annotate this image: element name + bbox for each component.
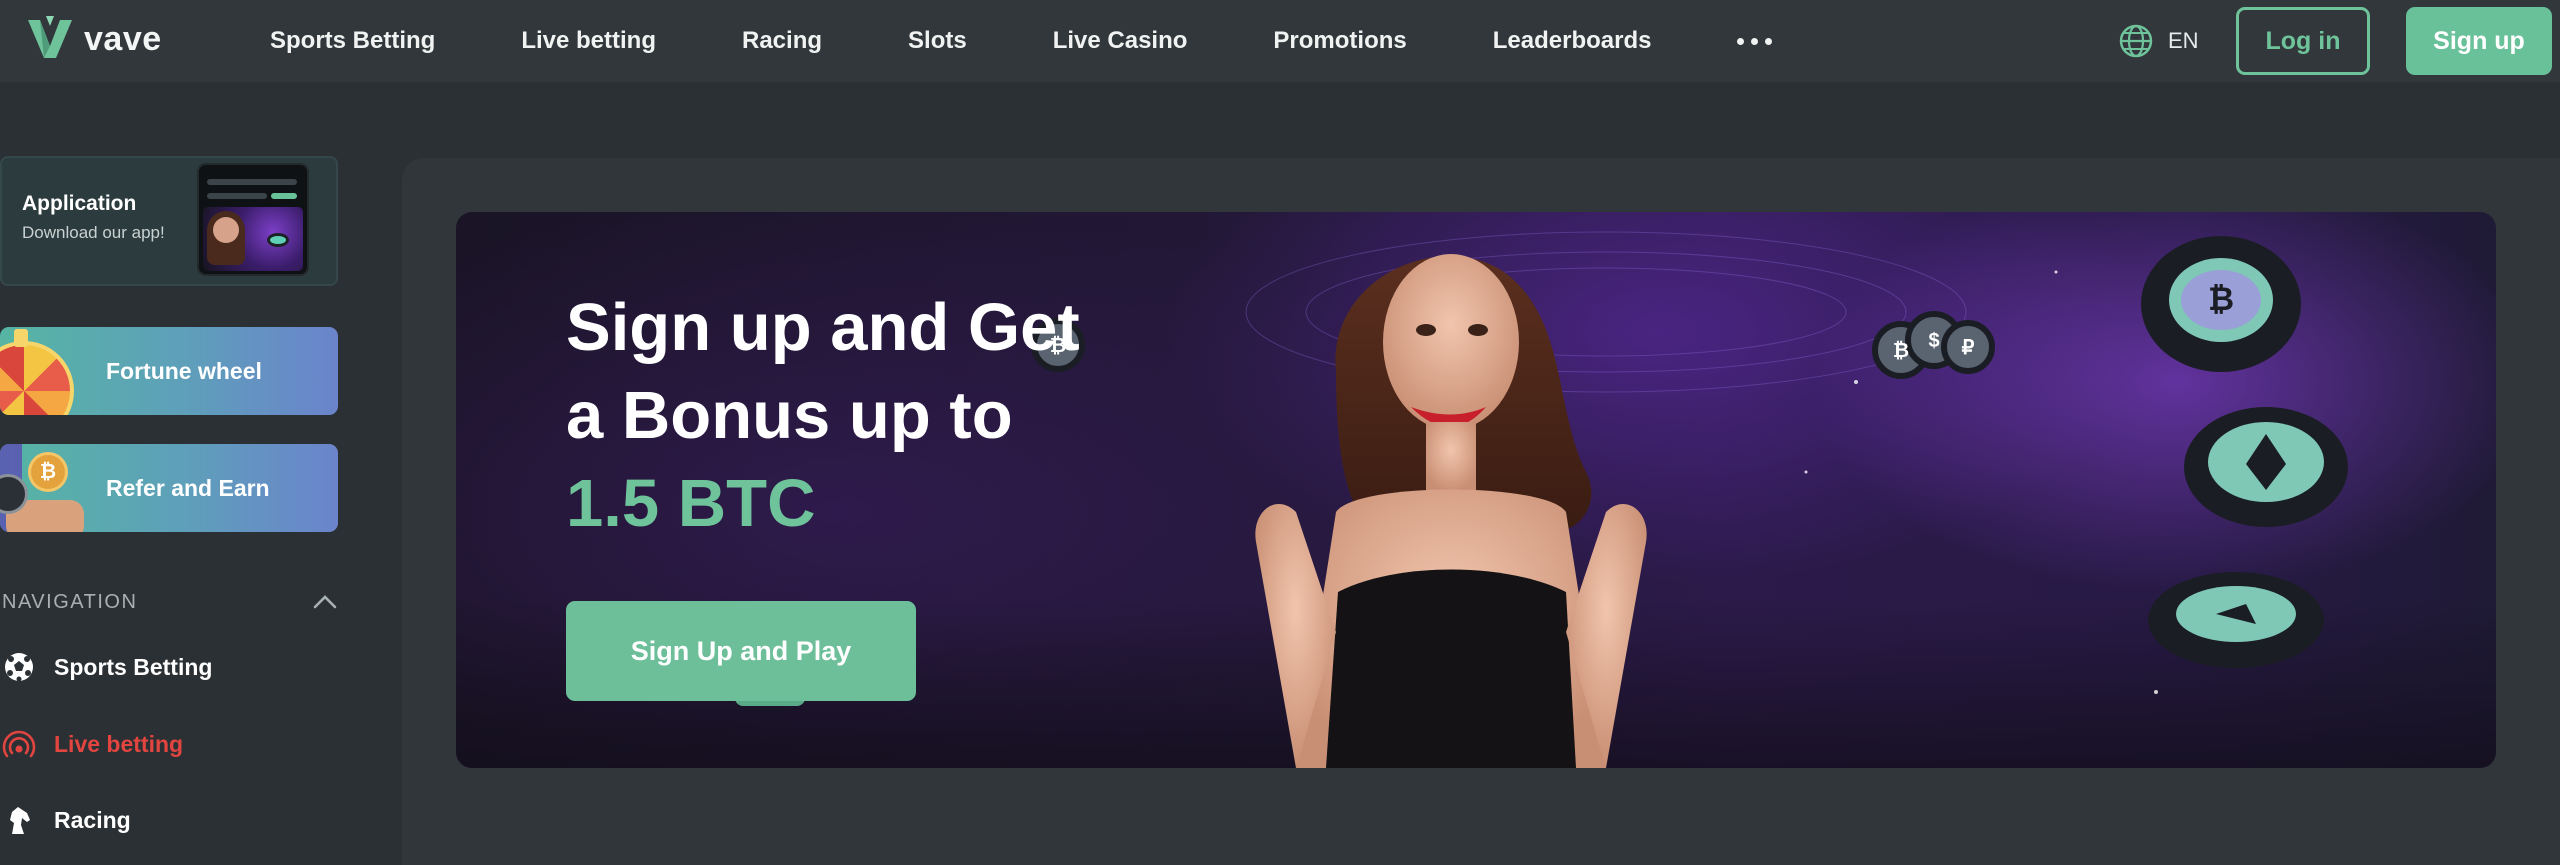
language-selector[interactable]: EN (2118, 22, 2199, 60)
language-label: EN (2168, 28, 2199, 53)
svg-text:$: $ (1928, 330, 1939, 352)
navigation-heading: NAVIGATION (2, 590, 138, 613)
app-card-subtitle: Download our app! (22, 223, 165, 242)
nav-sports-betting[interactable]: Sports Betting (270, 27, 435, 55)
logo[interactable]: vave (26, 14, 162, 64)
soccer-ball-icon (5, 653, 33, 682)
nav-live-casino[interactable]: Live Casino (1053, 27, 1188, 55)
sidebar-item-label: Live betting (54, 730, 184, 757)
signup-button[interactable]: Sign up (2406, 7, 2552, 75)
navigation-section-toggle[interactable]: NAVIGATION (2, 587, 338, 617)
app-download-card[interactable]: Application Download our app! (0, 156, 338, 286)
svg-text:₽: ₽ (1962, 337, 1975, 359)
wheel-pin-icon (14, 329, 28, 347)
banner-headline: Sign up and Get a Bonus up to 1.5 BTC (566, 284, 1080, 548)
sidebar-item-sports-betting[interactable]: Sports Betting (2, 647, 212, 687)
nav-live-betting[interactable]: Live betting (521, 27, 656, 55)
fortune-wheel-label: Fortune wheel (106, 358, 262, 384)
promo-banner[interactable]: ₿ ₿ $ ₽ ₿ Sign up and Get a Bonus up to 1.5… (456, 212, 2496, 768)
nav-slots[interactable]: Slots (908, 27, 967, 55)
globe-icon (2119, 24, 2153, 58)
fortune-wheel-card[interactable]: Fortune wheel (0, 327, 338, 415)
refer-earn-label: Refer and Earn (106, 475, 270, 501)
sidebar-item-label: Sports Betting (54, 653, 213, 680)
svg-text:₿: ₿ (2208, 281, 2234, 317)
headline-bonus-amount: 1.5 BTC (566, 466, 816, 541)
more-menu-icon[interactable] (1737, 37, 1773, 45)
horse-icon (10, 807, 30, 834)
bitcoin-coin-icon: ₿ (28, 452, 68, 492)
sidebar-item-racing[interactable]: Racing (2, 800, 131, 840)
refer-earn-card[interactable]: ₿ Refer and Earn (0, 444, 338, 532)
main-nav: Sports Betting Live betting Racing Slots… (270, 0, 1773, 82)
logo-text: vave (84, 19, 162, 58)
chevron-up-icon (313, 595, 337, 609)
top-header: vave Sports Betting Live betting Racing … (0, 0, 2560, 82)
signup-and-play-button[interactable]: Sign Up and Play (566, 601, 916, 701)
fortune-wheel-icon (0, 341, 74, 415)
sidebar: Application Download our app! Fortune wh… (0, 82, 350, 865)
nav-leaderboards[interactable]: Leaderboards (1493, 27, 1652, 55)
svg-text:₿: ₿ (1893, 340, 1909, 362)
sidebar-item-label: Racing (54, 806, 131, 833)
login-button[interactable]: Log in (2236, 7, 2370, 75)
vave-logo-icon (28, 16, 72, 58)
app-card-title: Application (22, 192, 137, 215)
headline-line-2: a Bonus up to (566, 378, 1013, 453)
nav-promotions[interactable]: Promotions (1273, 27, 1406, 55)
headline-line-1: Sign up and Get (566, 290, 1080, 365)
live-signal-icon (2, 730, 36, 758)
phone-preview-image (197, 163, 309, 276)
nav-racing[interactable]: Racing (742, 27, 822, 55)
sidebar-item-live-betting[interactable]: Live betting (2, 724, 183, 764)
